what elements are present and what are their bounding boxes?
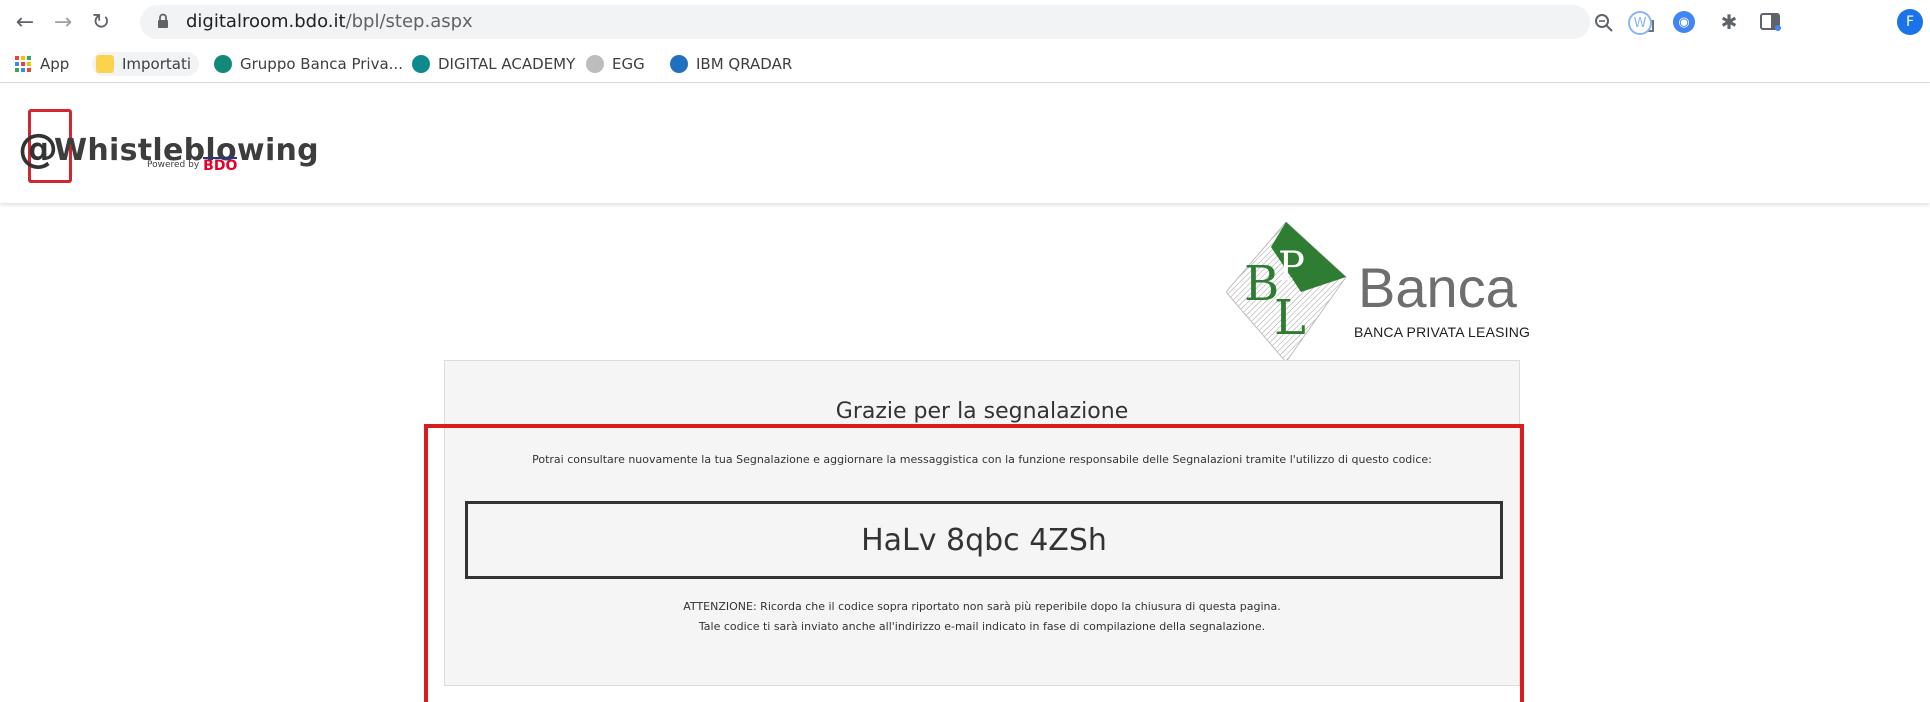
bank-subtitle: BANCA PRIVATA LEASING — [1354, 324, 1531, 340]
bookmarks-bar: App Importati Gruppo Banca Priva... DIGI… — [0, 44, 1930, 83]
bookmark-label: Gruppo Banca Priva... — [240, 55, 403, 73]
apps-grid-icon — [15, 56, 31, 72]
academy-icon — [412, 55, 430, 73]
wallet-extension-icon[interactable]: W — [1628, 11, 1652, 35]
logo-at-symbol: @ — [18, 126, 58, 172]
browser-toolbar: ← → ↻ digitalroom.bdo.it/bpl/step.aspx ☆… — [0, 0, 1930, 44]
side-panel-icon[interactable] — [1760, 11, 1782, 33]
egg-icon — [586, 55, 604, 73]
lock-icon[interactable] — [157, 13, 169, 29]
bookmark-label: Importati — [122, 55, 192, 73]
bpl-diamond-logo: B P L — [1225, 221, 1347, 363]
reload-icon[interactable]: ↻ — [88, 9, 114, 35]
bpl-letter-l: L — [1274, 290, 1306, 346]
bookmark-folder-importati[interactable]: Importati — [92, 52, 200, 76]
bank-logo: B P L Banca BANCA PRIVATA LEASING — [1225, 221, 1530, 363]
bank-name: Banca — [1358, 256, 1517, 319]
zoom-icon[interactable] — [1592, 11, 1616, 35]
bookmark-label: App — [40, 55, 70, 73]
location-extension-icon[interactable]: ◉ — [1673, 11, 1695, 33]
panel-title: Grazie per la segnalazione — [835, 399, 1129, 424]
bookmark-ibm-qradar[interactable]: IBM QRADAR — [670, 52, 792, 76]
bookmark-label: IBM QRADAR — [696, 55, 793, 73]
extensions-puzzle-icon[interactable]: ✱ — [1718, 10, 1740, 34]
powered-by: Powered by BDO — [147, 157, 238, 174]
sharepoint-icon — [214, 55, 232, 73]
bdo-logo: BDO — [203, 157, 238, 174]
bookmark-egg[interactable]: EGG — [586, 52, 645, 76]
url-text[interactable]: digitalroom.bdo.it/bpl/step.aspx — [186, 11, 473, 32]
folder-icon — [96, 55, 114, 73]
url-host: digitalroom.bdo.it — [186, 11, 346, 32]
bpl-letter-p: P — [1278, 244, 1305, 290]
highlight-box — [424, 424, 1524, 702]
bookmark-label: EGG — [612, 55, 645, 73]
profile-avatar[interactable]: F — [1897, 9, 1923, 35]
url-path: /bpl/step.aspx — [345, 11, 473, 32]
address-bar[interactable]: digitalroom.bdo.it/bpl/step.aspx ☆ — [140, 5, 1695, 39]
powered-by-label: Powered by — [147, 160, 200, 171]
back-icon[interactable]: ← — [12, 9, 38, 35]
bookmark-app[interactable]: App — [14, 52, 69, 76]
site-header: @ Whistleblowing Powered by BDO — [0, 83, 1930, 203]
bookmark-label: DIGITAL ACADEMY — [438, 55, 576, 73]
bookmark-gruppo-banca[interactable]: Gruppo Banca Priva... — [214, 52, 403, 76]
forward-icon[interactable]: → — [50, 9, 76, 35]
qradar-icon — [670, 55, 688, 73]
bookmark-digital-academy[interactable]: DIGITAL ACADEMY — [412, 52, 575, 76]
